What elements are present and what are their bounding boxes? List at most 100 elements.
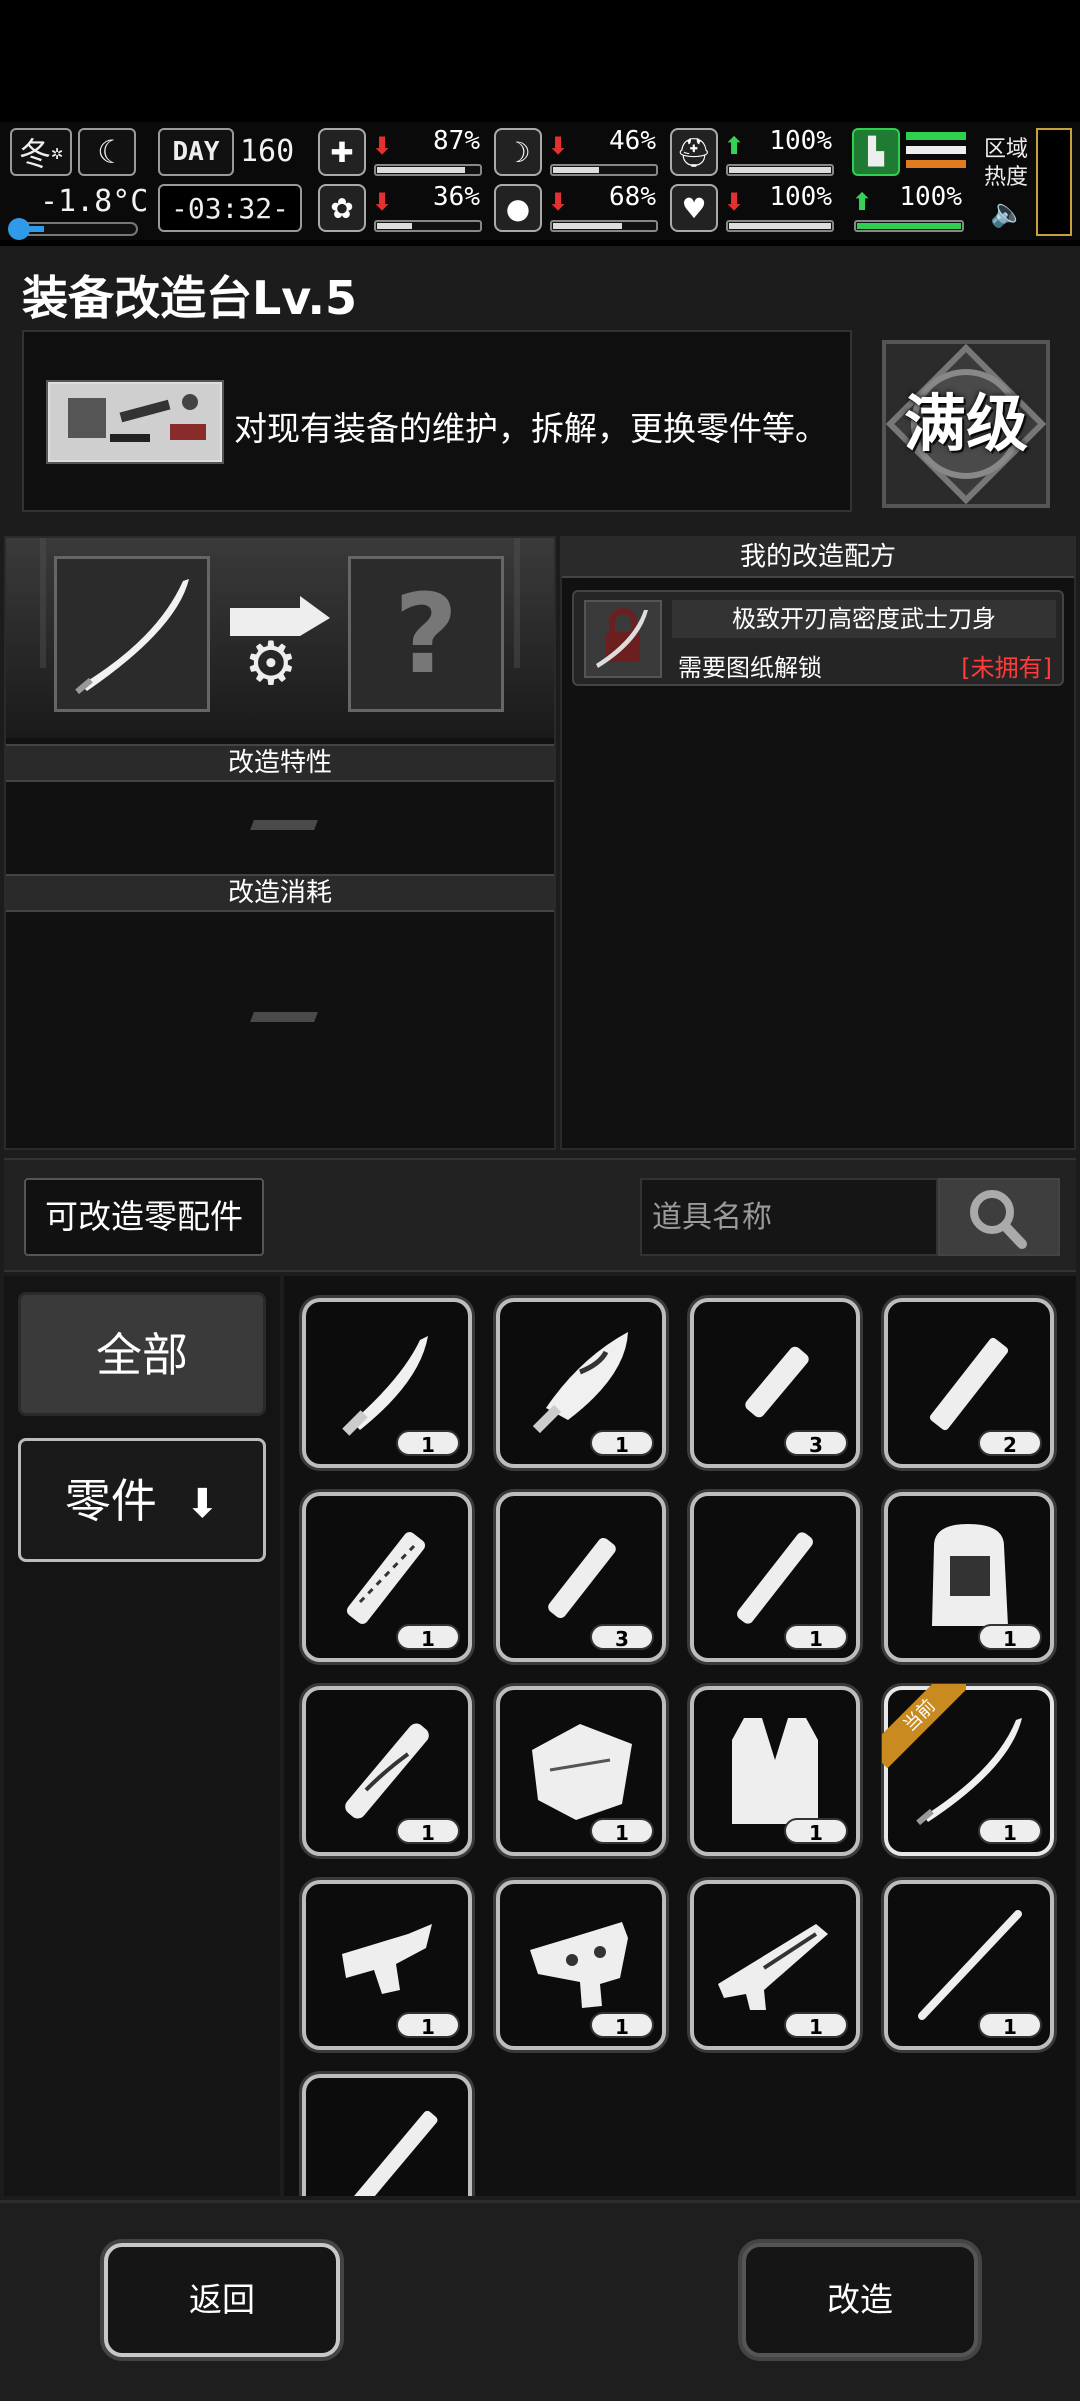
- item-slot[interactable]: [302, 2074, 472, 2196]
- zone-heat-label: 区域热度: [984, 137, 1029, 190]
- item-slot[interactable]: 1: [496, 1686, 666, 1856]
- upgradable-parts-button[interactable]: 可改造零配件: [24, 1178, 264, 1256]
- stat-armor-bar: [726, 164, 834, 176]
- item-slot[interactable]: 1: [302, 1686, 472, 1856]
- trend-up-icon: ⬆: [724, 132, 745, 160]
- category-all[interactable]: 全部: [18, 1292, 266, 1416]
- clock: -03:32-: [158, 184, 302, 232]
- category-parts[interactable]: 零件 ⬇: [18, 1438, 266, 1562]
- stat-heart-value: 100%: [769, 182, 832, 212]
- day-label: DAY: [172, 137, 220, 167]
- boot-icon: ▙: [852, 128, 900, 176]
- cost-empty-dash: [250, 1012, 318, 1022]
- stat-health: ✚ ⬇ 87%: [318, 126, 484, 178]
- item-slot[interactable]: 1: [302, 1880, 472, 2050]
- recipe-name-bar: 极致开刃高密度武士刀身: [672, 600, 1056, 638]
- upgrade-panel: ⚙ ? 改造特性 改造消耗: [4, 536, 556, 1150]
- stat-stamina-value: 100%: [899, 182, 962, 212]
- stat-brain-bar: [374, 220, 482, 232]
- stat-thirst-value: 68%: [609, 182, 656, 212]
- item-search-input[interactable]: [640, 1178, 938, 1256]
- description-box: 对现有装备的维护，拆解，更换零件等。: [22, 330, 852, 512]
- stat-thirst-bar: [550, 220, 658, 232]
- stat-armor-value: 100%: [769, 126, 832, 156]
- category-all-label: 全部: [96, 1328, 188, 1382]
- arrow-down-icon: ⬇: [185, 1481, 220, 1527]
- category-sidebar: 全部 零件 ⬇: [4, 1276, 280, 2196]
- zone-heat-meter: [1036, 128, 1072, 236]
- item-count: 1: [590, 1818, 654, 1845]
- item-slot[interactable]: 3: [690, 1298, 860, 1468]
- item-count: 1: [590, 1430, 654, 1457]
- cost-header: 改造消耗: [6, 874, 554, 912]
- stat-thirst: ● ⬇ 68%: [494, 182, 660, 234]
- trend-down-icon: ⬇: [372, 188, 393, 216]
- day-badge: DAY: [158, 128, 234, 176]
- current-tag-label: 当前: [882, 1684, 966, 1768]
- temperature-bar: [8, 218, 138, 240]
- item-count: 1: [784, 1624, 848, 1651]
- stat-brain-value: 36%: [433, 182, 480, 212]
- traits-empty-dash: [250, 820, 318, 830]
- gear-icon: ⚙: [244, 629, 298, 699]
- target-item-slot[interactable]: [54, 556, 210, 712]
- search-button[interactable]: [938, 1178, 1060, 1256]
- category-parts-label: 零件: [64, 1474, 157, 1528]
- helmet-icon: ⛑: [670, 128, 718, 176]
- clock-text: -03:32-: [170, 191, 289, 225]
- katana-icon: [75, 579, 189, 695]
- item-slot[interactable]: 1: [496, 1298, 666, 1468]
- max-level-badge: 满级: [880, 338, 1052, 510]
- item-count: 3: [784, 1430, 848, 1457]
- water-drop-icon: ●: [494, 184, 542, 232]
- item-slot[interactable]: 1: [690, 1686, 860, 1856]
- item-slot[interactable]: 1: [690, 1880, 860, 2050]
- unknown-result-label: ?: [394, 570, 458, 698]
- item-slot[interactable]: 1: [690, 1492, 860, 1662]
- speaker-icon[interactable]: 🔈: [990, 196, 1025, 229]
- page-title: 装备改造台Lv.5: [22, 271, 358, 325]
- item-count: 1: [396, 2012, 460, 2039]
- back-button[interactable]: 返回: [104, 2243, 340, 2357]
- stat-hunger: ☽ ⬇ 46%: [494, 126, 660, 178]
- item-slot[interactable]: 1: [496, 1880, 666, 2050]
- description-text: 对现有装备的维护，拆解，更换零件等。: [234, 409, 828, 448]
- item-slot[interactable]: 1: [302, 1492, 472, 1662]
- snow-icon: ✲: [50, 140, 64, 164]
- item-slot-current[interactable]: 当前 1: [882, 1684, 1054, 1856]
- trend-up-icon: ⬆: [852, 188, 873, 216]
- recipe-header: 我的改造配方: [562, 538, 1074, 578]
- stat-heart: ♥ ⬇ 100%: [670, 182, 836, 234]
- stat-stamina-bar: [854, 220, 964, 232]
- brain-icon: ✿: [318, 184, 366, 232]
- trend-down-icon: ⬇: [548, 132, 569, 160]
- moon-icon: ☾: [78, 128, 136, 176]
- item-slot[interactable]: 2: [884, 1298, 1054, 1468]
- recipe-item[interactable]: 极致开刃高密度武士刀身 需要图纸解锁 [未拥有]: [572, 590, 1064, 686]
- item-count: 1: [396, 1624, 460, 1651]
- item-slot[interactable]: 3: [496, 1492, 666, 1662]
- item-count: 3: [590, 1624, 654, 1651]
- recipe-requirement: 需要图纸解锁: [678, 654, 822, 682]
- tool-decoration-right: [514, 538, 554, 668]
- season-label: 冬: [18, 135, 51, 173]
- item-count: 1: [978, 1624, 1042, 1651]
- locked-recipe-icon: [584, 600, 662, 678]
- current-tag: 当前: [882, 1684, 966, 1768]
- item-count: 1: [978, 2012, 1042, 2039]
- item-count: 1: [590, 2012, 654, 2039]
- stat-health-bar: [374, 164, 482, 176]
- season-badge: 冬 ✲: [10, 128, 72, 176]
- item-count: 1: [784, 1818, 848, 1845]
- item-count: 2: [978, 1430, 1042, 1457]
- item-slot[interactable]: 1: [884, 1880, 1054, 2050]
- stat-health-value: 87%: [433, 126, 480, 156]
- stat-hunger-value: 46%: [609, 126, 656, 156]
- stat-armor: ⛑ ⬆ 100%: [670, 126, 836, 178]
- recipe-name: 极致开刃高密度武士刀身: [732, 605, 996, 633]
- item-slot[interactable]: 1: [884, 1492, 1054, 1662]
- trend-down-icon: ⬇: [724, 188, 745, 216]
- item-slot[interactable]: 1: [302, 1298, 472, 1468]
- upgrade-button[interactable]: 改造: [742, 2243, 978, 2357]
- stat-hunger-bar: [550, 164, 658, 176]
